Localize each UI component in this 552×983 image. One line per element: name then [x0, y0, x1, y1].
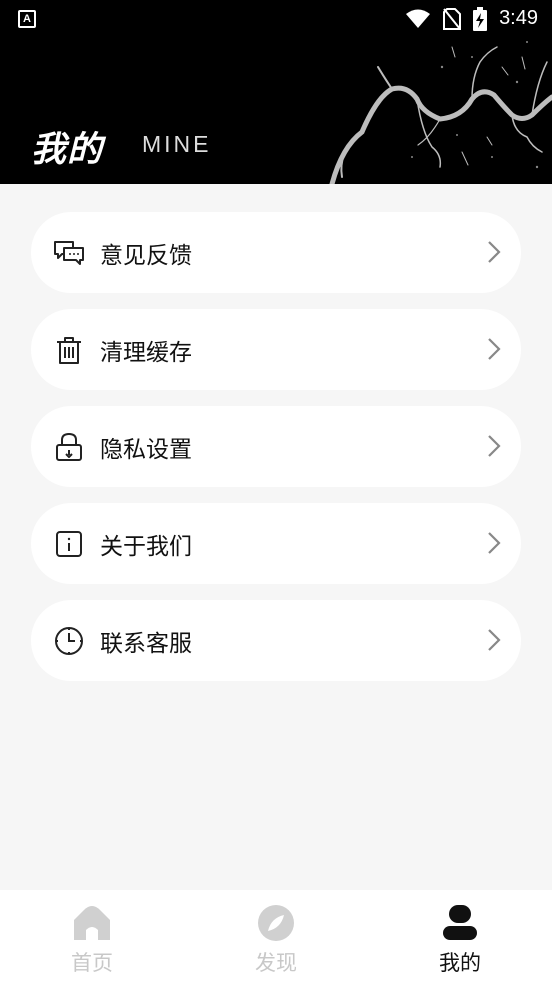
trash-icon: [53, 334, 85, 366]
nav-item-profile[interactable]: 我的: [368, 890, 552, 983]
nav-item-discover[interactable]: 发现: [184, 890, 368, 983]
crack-decoration-image: [329, 41, 552, 184]
battery-charging-icon: [473, 6, 488, 31]
page-subtitle: MINE: [142, 131, 212, 157]
bottom-nav: 首页 发现 我的: [0, 890, 552, 983]
chevron-right-icon: [487, 337, 501, 365]
header-banner: 我的 MINE: [0, 37, 552, 184]
no-sim-icon: [443, 7, 462, 30]
menu-item-label: 意见反馈: [100, 242, 192, 269]
profile-icon: [439, 903, 481, 943]
menu-item-feedback[interactable]: 意见反馈: [31, 212, 521, 293]
chevron-right-icon: [487, 434, 501, 462]
menu-item-label: 隐私设置: [100, 436, 192, 463]
status-time: 3:49: [499, 7, 538, 29]
chevron-right-icon: [487, 531, 501, 559]
page-title: 我的: [31, 130, 104, 170]
clock-icon: [53, 625, 85, 657]
menu-item-label: 联系客服: [100, 630, 192, 657]
feedback-chat-icon: [53, 237, 85, 269]
menu-item-privacy[interactable]: 隐私设置: [31, 406, 521, 487]
menu-item-contact-support[interactable]: 联系客服: [31, 600, 521, 681]
lock-icon: [53, 431, 85, 463]
menu-item-label: 清理缓存: [100, 339, 192, 366]
chevron-right-icon: [487, 628, 501, 656]
nav-item-label: 首页: [71, 951, 113, 975]
info-icon: [53, 528, 85, 560]
nav-item-label: 发现: [255, 951, 297, 975]
wifi-icon: [405, 9, 431, 29]
nav-item-label: 我的: [439, 951, 481, 975]
menu-item-about-us[interactable]: 关于我们: [31, 503, 521, 584]
chevron-right-icon: [487, 240, 501, 268]
compass-icon: [255, 903, 297, 943]
settings-menu: 意见反馈 清理缓存 隐私设置 关于我们 联系客服: [31, 212, 521, 697]
menu-item-label: 关于我们: [100, 533, 192, 560]
nav-item-home[interactable]: 首页: [0, 890, 184, 983]
app-notification-icon: A: [18, 9, 36, 28]
status-bar: A 3:49: [0, 0, 552, 37]
menu-item-clear-cache[interactable]: 清理缓存: [31, 309, 521, 390]
home-icon: [71, 903, 113, 943]
